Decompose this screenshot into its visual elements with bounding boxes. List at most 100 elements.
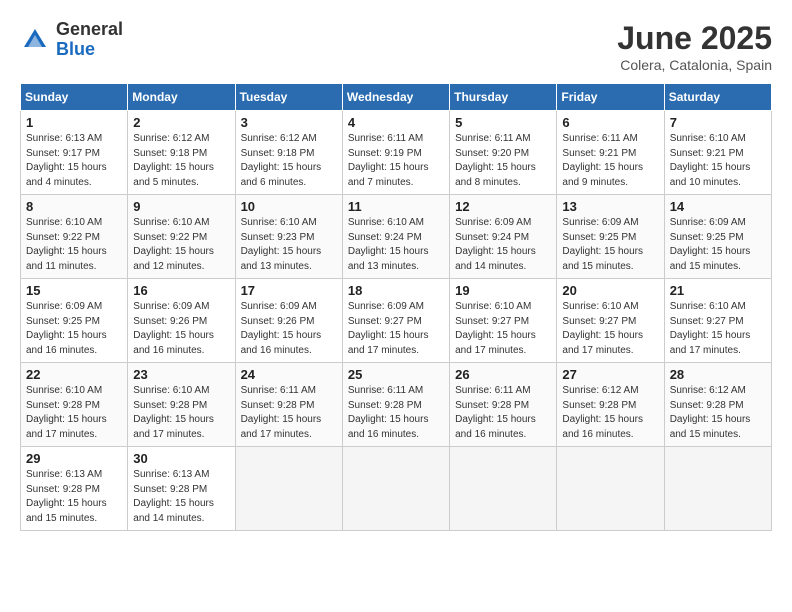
calendar-cell: 28 Sunrise: 6:12 AM Sunset: 9:28 PM Dayli… (664, 363, 771, 447)
day-info: Sunrise: 6:13 AM Sunset: 9:17 PM Dayligh… (26, 132, 122, 190)
week-row: 22 Sunrise: 6:10 AM Sunset: 9:28 PM Dayli… (21, 363, 772, 447)
calendar-cell: 25Sunrise: 6:11 AM Sunset: 9:28 PM Dayli… (342, 363, 449, 447)
day-number: 29 (26, 451, 122, 466)
calendar-cell (664, 447, 771, 531)
calendar: SundayMondayTuesdayWednesdayThursdayFrid… (20, 83, 772, 531)
day-number: 18 (348, 283, 444, 298)
calendar-cell: 1 Sunrise: 6:13 AM Sunset: 9:17 PM Daylig… (21, 111, 128, 195)
header: General Blue June 2025 Colera, Catalonia… (20, 20, 772, 73)
day-info: Sunrise: 6:12 AM Sunset: 9:28 PM Dayligh… (670, 384, 766, 442)
day-number: 20 (562, 283, 658, 298)
weekday-wednesday: Wednesday (342, 84, 449, 111)
day-number: 5 (455, 115, 551, 130)
day-number: 3 (241, 115, 337, 130)
day-number: 11 (348, 199, 444, 214)
day-number: 28 (670, 367, 766, 382)
calendar-cell (235, 447, 342, 531)
day-info: Sunrise: 6:12 AM Sunset: 9:18 PM Dayligh… (133, 132, 229, 190)
calendar-cell: 5 Sunrise: 6:11 AM Sunset: 9:20 PM Daylig… (450, 111, 557, 195)
day-info: Sunrise: 6:10 AM Sunset: 9:28 PM Dayligh… (26, 384, 122, 442)
calendar-cell: 27 Sunrise: 6:12 AM Sunset: 9:28 PM Dayli… (557, 363, 664, 447)
day-number: 14 (670, 199, 766, 214)
day-number: 24 (241, 367, 337, 382)
day-info: Sunrise: 6:13 AM Sunset: 9:28 PM Dayligh… (26, 468, 122, 526)
day-number: 9 (133, 199, 229, 214)
calendar-cell: 12Sunrise: 6:09 AM Sunset: 9:24 PM Dayli… (450, 195, 557, 279)
day-number: 27 (562, 367, 658, 382)
day-number: 17 (241, 283, 337, 298)
calendar-cell: 23 Sunrise: 6:10 AM Sunset: 9:28 PM Dayli… (128, 363, 235, 447)
day-number: 19 (455, 283, 551, 298)
logo-text: General Blue (56, 20, 123, 60)
day-info: Sunrise: 6:09 AM Sunset: 9:27 PM Dayligh… (348, 300, 444, 358)
calendar-cell: 19 Sunrise: 6:10 AM Sunset: 9:27 PM Dayli… (450, 279, 557, 363)
day-number: 4 (348, 115, 444, 130)
day-number: 1 (26, 115, 122, 130)
calendar-cell: 30 Sunrise: 6:13 AM Sunset: 9:28 PM Dayli… (128, 447, 235, 531)
day-number: 15 (26, 283, 122, 298)
day-info: Sunrise: 6:11 AM Sunset: 9:28 PM Dayligh… (455, 384, 551, 442)
calendar-cell: 7Sunrise: 6:10 AM Sunset: 9:21 PM Daylig… (664, 111, 771, 195)
day-number: 6 (562, 115, 658, 130)
day-number: 21 (670, 283, 766, 298)
weekday-thursday: Thursday (450, 84, 557, 111)
day-number: 22 (26, 367, 122, 382)
day-info: Sunrise: 6:11 AM Sunset: 9:20 PM Dayligh… (455, 132, 551, 190)
weekday-header-row: SundayMondayTuesdayWednesdayThursdayFrid… (21, 84, 772, 111)
calendar-cell (450, 447, 557, 531)
calendar-cell: 6Sunrise: 6:11 AM Sunset: 9:21 PM Daylig… (557, 111, 664, 195)
calendar-cell: 29 Sunrise: 6:13 AM Sunset: 9:28 PM Dayli… (21, 447, 128, 531)
day-info: Sunrise: 6:13 AM Sunset: 9:28 PM Dayligh… (133, 468, 229, 526)
day-info: Sunrise: 6:10 AM Sunset: 9:27 PM Dayligh… (455, 300, 551, 358)
title-area: June 2025 Colera, Catalonia, Spain (617, 20, 772, 73)
calendar-cell: 15 Sunrise: 6:09 AM Sunset: 9:25 PM Dayli… (21, 279, 128, 363)
weekday-saturday: Saturday (664, 84, 771, 111)
day-info: Sunrise: 6:09 AM Sunset: 9:26 PM Dayligh… (241, 300, 337, 358)
calendar-cell: 17 Sunrise: 6:09 AM Sunset: 9:26 PM Dayli… (235, 279, 342, 363)
day-number: 23 (133, 367, 229, 382)
calendar-cell: 24Sunrise: 6:11 AM Sunset: 9:28 PM Dayli… (235, 363, 342, 447)
day-info: Sunrise: 6:10 AM Sunset: 9:27 PM Dayligh… (562, 300, 658, 358)
location: Colera, Catalonia, Spain (617, 57, 772, 73)
weekday-tuesday: Tuesday (235, 84, 342, 111)
calendar-cell: 13Sunrise: 6:09 AM Sunset: 9:25 PM Dayli… (557, 195, 664, 279)
calendar-cell: 22 Sunrise: 6:10 AM Sunset: 9:28 PM Dayli… (21, 363, 128, 447)
calendar-cell (342, 447, 449, 531)
calendar-cell: 3Sunrise: 6:12 AM Sunset: 9:18 PM Daylig… (235, 111, 342, 195)
day-info: Sunrise: 6:10 AM Sunset: 9:28 PM Dayligh… (133, 384, 229, 442)
day-number: 13 (562, 199, 658, 214)
calendar-cell (557, 447, 664, 531)
day-info: Sunrise: 6:12 AM Sunset: 9:28 PM Dayligh… (562, 384, 658, 442)
logo-icon (20, 25, 50, 55)
calendar-cell: 4 Sunrise: 6:11 AM Sunset: 9:19 PM Daylig… (342, 111, 449, 195)
calendar-cell: 16Sunrise: 6:09 AM Sunset: 9:26 PM Dayli… (128, 279, 235, 363)
logo-blue-text: Blue (56, 40, 123, 60)
calendar-cell: 26 Sunrise: 6:11 AM Sunset: 9:28 PM Dayli… (450, 363, 557, 447)
day-number: 10 (241, 199, 337, 214)
week-row: 1 Sunrise: 6:13 AM Sunset: 9:17 PM Daylig… (21, 111, 772, 195)
week-row: 15 Sunrise: 6:09 AM Sunset: 9:25 PM Dayli… (21, 279, 772, 363)
day-number: 26 (455, 367, 551, 382)
day-number: 25 (348, 367, 444, 382)
day-info: Sunrise: 6:10 AM Sunset: 9:22 PM Dayligh… (26, 216, 122, 274)
calendar-cell: 9Sunrise: 6:10 AM Sunset: 9:22 PM Daylig… (128, 195, 235, 279)
week-row: 29 Sunrise: 6:13 AM Sunset: 9:28 PM Dayli… (21, 447, 772, 531)
week-row: 8 Sunrise: 6:10 AM Sunset: 9:22 PM Daylig… (21, 195, 772, 279)
day-info: Sunrise: 6:11 AM Sunset: 9:19 PM Dayligh… (348, 132, 444, 190)
day-number: 12 (455, 199, 551, 214)
calendar-cell: 21Sunrise: 6:10 AM Sunset: 9:27 PM Dayli… (664, 279, 771, 363)
day-number: 8 (26, 199, 122, 214)
logo-general-text: General (56, 20, 123, 40)
logo: General Blue (20, 20, 123, 60)
weekday-friday: Friday (557, 84, 664, 111)
day-info: Sunrise: 6:09 AM Sunset: 9:26 PM Dayligh… (133, 300, 229, 358)
day-number: 30 (133, 451, 229, 466)
calendar-cell: 11 Sunrise: 6:10 AM Sunset: 9:24 PM Dayli… (342, 195, 449, 279)
calendar-cell: 20 Sunrise: 6:10 AM Sunset: 9:27 PM Dayli… (557, 279, 664, 363)
day-number: 7 (670, 115, 766, 130)
day-info: Sunrise: 6:10 AM Sunset: 9:24 PM Dayligh… (348, 216, 444, 274)
day-info: Sunrise: 6:09 AM Sunset: 9:25 PM Dayligh… (26, 300, 122, 358)
calendar-cell: 10Sunrise: 6:10 AM Sunset: 9:23 PM Dayli… (235, 195, 342, 279)
calendar-cell: 18 Sunrise: 6:09 AM Sunset: 9:27 PM Dayli… (342, 279, 449, 363)
calendar-cell: 14Sunrise: 6:09 AM Sunset: 9:25 PM Dayli… (664, 195, 771, 279)
